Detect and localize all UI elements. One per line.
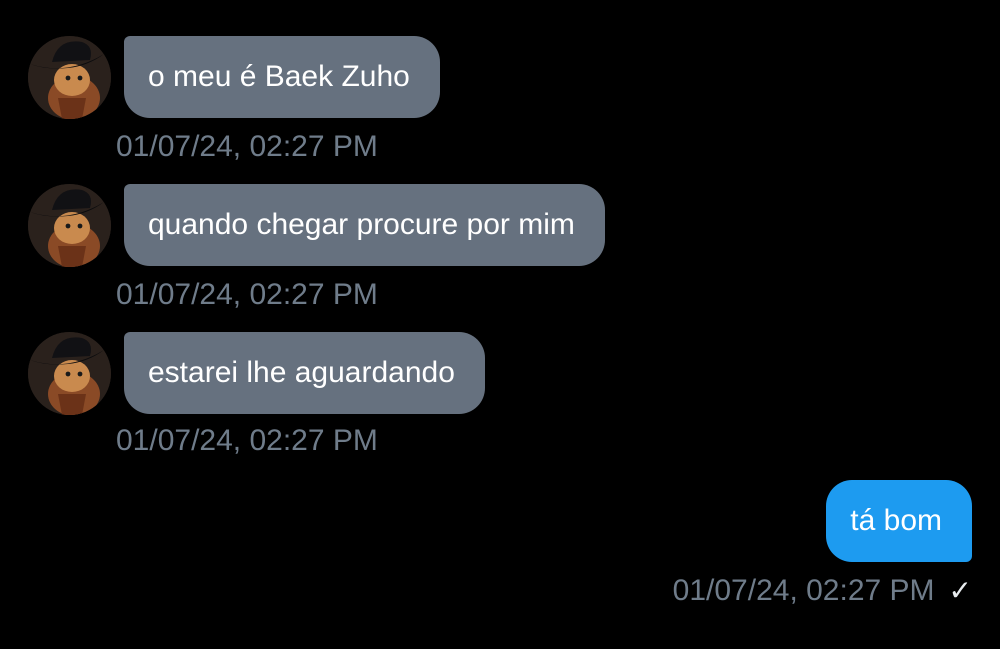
message-text: estarei lhe aguardando (148, 356, 455, 389)
cat-avatar[interactable] (28, 184, 111, 267)
cat-avatar[interactable] (28, 332, 111, 415)
message-timestamp: 01/07/24, 02:27 PM (116, 278, 378, 311)
message-text: tá bom (850, 504, 942, 537)
cat-avatar[interactable] (28, 36, 111, 119)
incoming-message-bubble[interactable]: o meu é Baek Zuho (124, 36, 440, 118)
message-timestamp: 01/07/24, 02:27 PM (116, 130, 378, 163)
chat-thread[interactable]: o meu é Baek Zuho 01/07/24, 02:27 PM qua… (0, 0, 1000, 649)
message-text: quando chegar procure por mim (148, 208, 575, 241)
outgoing-message-bubble[interactable]: tá bom (826, 480, 972, 562)
checkmark-icon: ✓ (948, 575, 972, 606)
message-text: o meu é Baek Zuho (148, 60, 410, 93)
incoming-message-bubble[interactable]: estarei lhe aguardando (124, 332, 485, 414)
message-timestamp: 01/07/24, 02:27 PM (116, 424, 378, 457)
incoming-message-bubble[interactable]: quando chegar procure por mim (124, 184, 605, 266)
message-timestamp: 01/07/24, 02:27 PM (672, 574, 935, 607)
message-timestamp-row: 01/07/24, 02:27 PM ✓ (673, 574, 972, 608)
